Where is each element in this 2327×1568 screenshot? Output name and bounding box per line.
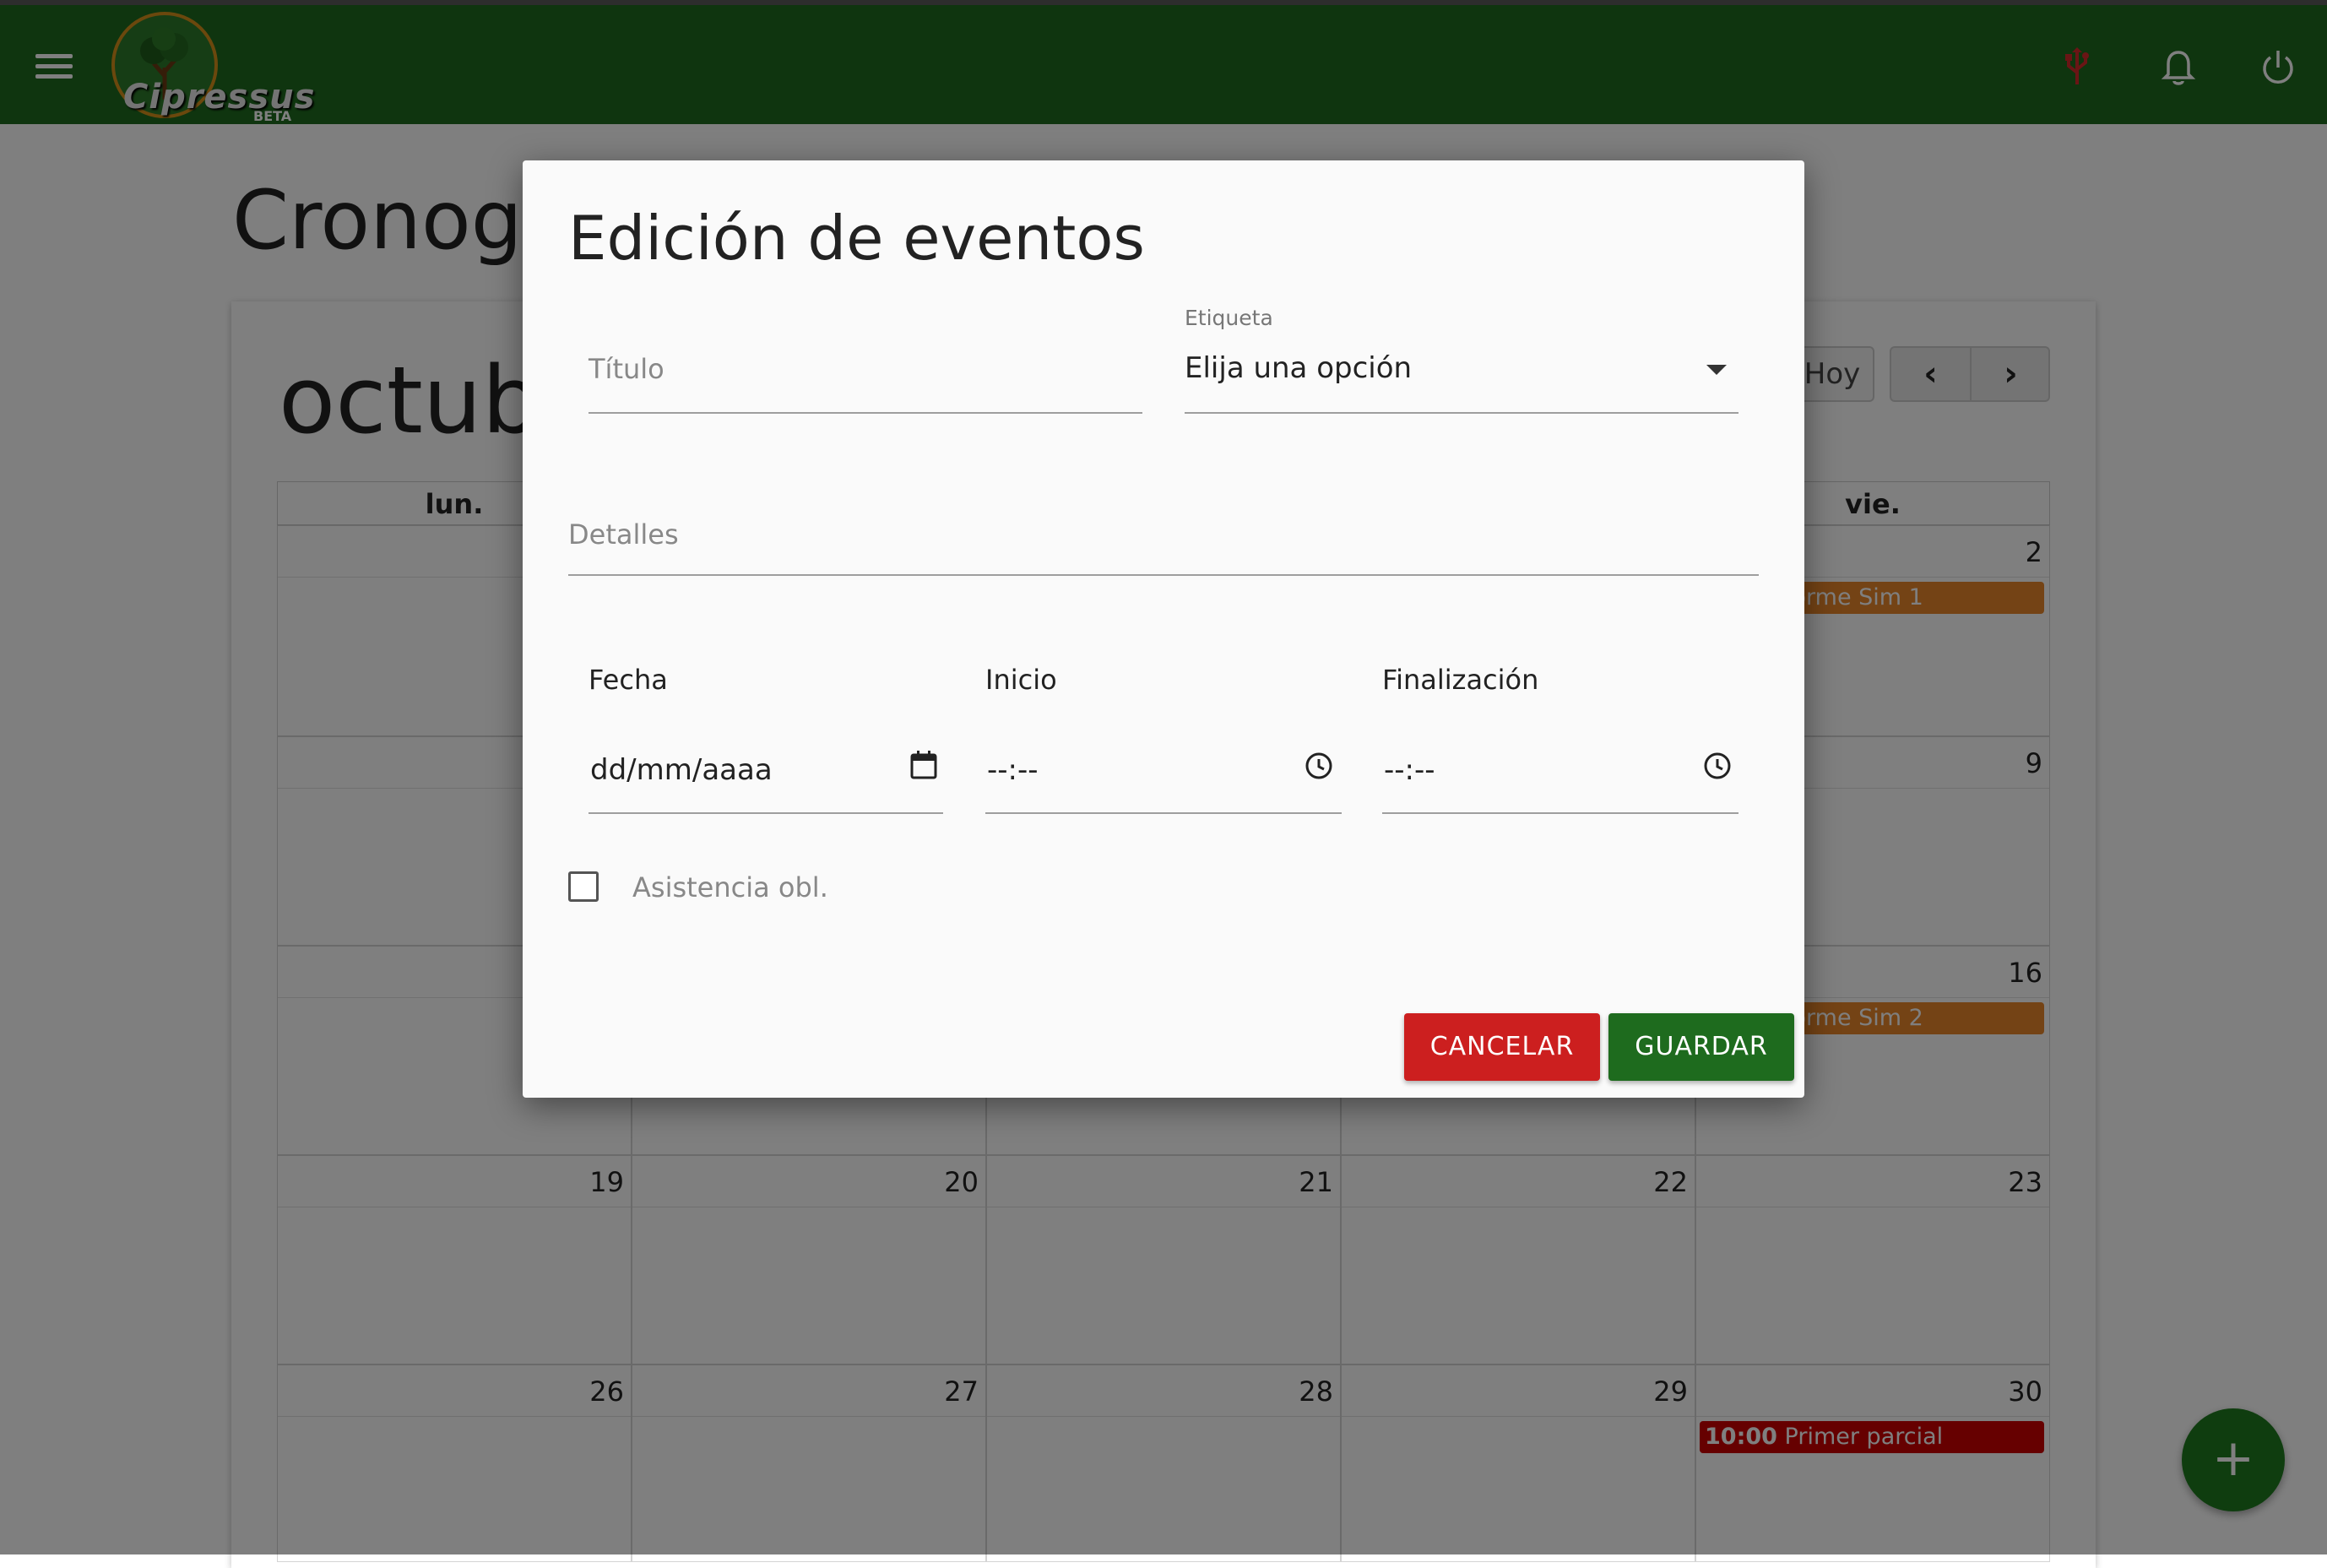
end-time-underline: [1382, 812, 1738, 814]
save-button[interactable]: GUARDAR: [1608, 1013, 1794, 1081]
start-time-underline: [985, 812, 1342, 814]
start-label: Inicio: [985, 664, 1057, 696]
start-time-input[interactable]: --:--: [987, 753, 1039, 787]
end-time-input[interactable]: --:--: [1384, 753, 1435, 787]
label-select-label: Etiqueta: [1185, 306, 1273, 330]
attendance-label: Asistencia obl.: [632, 871, 828, 903]
page: Cipressus BETA Cronograma octubre Hoy ‹ …: [0, 0, 2327, 1568]
title-input-underline: [589, 412, 1142, 414]
date-input[interactable]: dd/mm/aaaa: [590, 753, 773, 787]
label-select-underline: [1185, 412, 1738, 414]
clock-icon[interactable]: [1703, 751, 1732, 780]
details-input[interactable]: Detalles: [568, 518, 679, 551]
label-select[interactable]: Elija una opción: [1185, 351, 1412, 385]
date-input-underline: [589, 812, 943, 814]
event-edit-dialog: Edición de eventos Título Etiqueta Elija…: [523, 160, 1804, 1098]
dialog-title: Edición de eventos: [568, 203, 1145, 274]
attendance-checkbox[interactable]: [568, 871, 599, 902]
dropdown-arrow-icon[interactable]: [1706, 365, 1727, 375]
cancel-button[interactable]: CANCELAR: [1404, 1013, 1600, 1081]
details-input-underline: [568, 574, 1759, 576]
date-label: Fecha: [589, 664, 668, 696]
clock-icon[interactable]: [1305, 751, 1333, 780]
calendar-icon[interactable]: [909, 750, 938, 780]
title-input[interactable]: Título: [589, 353, 664, 385]
end-label: Finalización: [1382, 664, 1539, 696]
